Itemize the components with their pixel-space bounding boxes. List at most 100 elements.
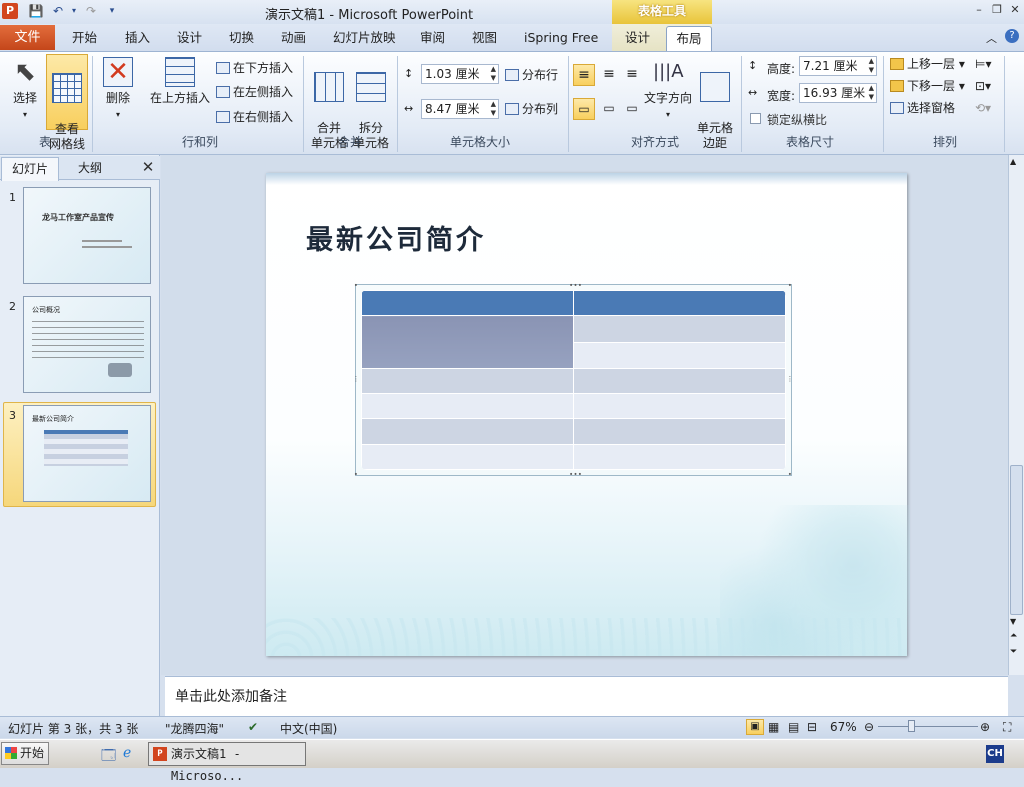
table-cell[interactable] — [573, 290, 786, 317]
table-cell[interactable] — [573, 418, 786, 445]
tab-design[interactable]: 设计 — [177, 29, 202, 49]
table-cell[interactable] — [361, 367, 574, 395]
tab-ispring[interactable]: iSpring Free — [524, 29, 598, 49]
zoom-level[interactable]: 67% — [830, 720, 857, 734]
tab-review[interactable]: 审阅 — [420, 29, 445, 49]
save-icon[interactable]: 💾 — [28, 3, 44, 19]
align-right-icon[interactable]: ≡ — [621, 64, 643, 86]
browser-icon[interactable]: 🗔 — [101, 745, 116, 769]
distribute-cols-button[interactable]: 分布列 — [505, 100, 558, 118]
zoom-out-icon[interactable]: ⊖ — [864, 720, 874, 734]
table-cell[interactable] — [361, 418, 574, 445]
cell-margins-button[interactable]: 单元格 边距 — [695, 57, 735, 151]
table-width-field[interactable]: 16.93 厘米 ▲ ▼ — [799, 83, 877, 103]
resize-handle-left[interactable]: ⋮ — [352, 376, 360, 383]
tab-view[interactable]: 视图 — [472, 29, 497, 49]
spell-check-icon[interactable]: ✔ — [248, 720, 258, 734]
next-slide-icon[interactable]: ⏷ — [1010, 647, 1017, 657]
align-middle-icon[interactable]: ▭ — [598, 98, 620, 120]
taskbar-item-powerpoint[interactable]: P 演示文稿1 - Microso... — [148, 742, 306, 783]
theme-name-status[interactable]: "龙腾四海" — [165, 720, 224, 737]
insert-right-button[interactable]: 在右侧插入 — [216, 108, 293, 126]
table-cell[interactable] — [573, 341, 786, 369]
slideshow-view-icon[interactable]: ⊟ — [807, 720, 817, 734]
tab-slides[interactable]: 幻灯片 — [1, 157, 59, 181]
undo-dropdown-icon[interactable]: ▾ — [66, 3, 82, 19]
zoom-in-icon[interactable]: ⊕ — [980, 720, 990, 734]
text-direction-button[interactable]: |||A 文字方向 ▾ — [643, 57, 693, 122]
insert-below-button[interactable]: 在下方插入 — [216, 59, 293, 77]
lock-ratio-checkbox[interactable] — [750, 113, 761, 124]
internet-explorer-icon[interactable]: ℯ — [123, 745, 131, 761]
spinner-arrows-icon[interactable]: ▲ ▼ — [869, 84, 874, 102]
distribute-rows-button[interactable]: 分布行 — [505, 66, 558, 84]
resize-handle-right[interactable]: ⋮ — [786, 376, 794, 383]
align-center-icon[interactable]: ≡ — [598, 64, 620, 86]
resize-handle-corner[interactable]: ∙ — [786, 471, 794, 478]
scroll-down-icon[interactable]: ▼ — [1010, 617, 1016, 626]
reading-view-icon[interactable]: ▤ — [788, 720, 799, 734]
tab-outline[interactable]: 大纲 — [60, 157, 120, 180]
scroll-up-icon[interactable]: ▲ — [1010, 157, 1016, 166]
zoom-slider-thumb[interactable] — [908, 720, 915, 732]
align-left-icon[interactable]: ≡ — [573, 64, 595, 86]
resize-handle-corner[interactable]: ∙ — [352, 471, 360, 478]
help-icon[interactable]: ? — [1005, 29, 1019, 43]
table-cell[interactable] — [573, 315, 786, 343]
minimize-ribbon-icon[interactable]: ︿ — [986, 30, 997, 46]
resize-handle-corner[interactable]: ∙ — [786, 282, 794, 289]
spinner-arrows-icon[interactable]: ▲ ▼ — [491, 65, 496, 83]
fit-to-window-icon[interactable]: ⛶ — [1003, 720, 1011, 735]
ime-indicator[interactable]: CH — [986, 745, 1004, 763]
insert-left-button[interactable]: 在左侧插入 — [216, 83, 293, 101]
minimize-icon[interactable]: – — [972, 3, 986, 17]
close-pane-icon[interactable]: ✕ — [140, 158, 156, 176]
table-cell[interactable] — [361, 393, 574, 420]
cell-width-field[interactable]: 8.47 厘米 ▲ ▼ — [421, 99, 499, 119]
tab-file[interactable]: 文件 — [0, 25, 55, 50]
slide-sorter-icon[interactable]: ▦ — [768, 720, 779, 734]
bring-forward-button[interactable]: 上移一层 ▾ — [890, 55, 965, 73]
tab-table-design[interactable]: 设计 — [625, 29, 650, 49]
tab-animations[interactable]: 动画 — [281, 29, 306, 49]
tab-slideshow[interactable]: 幻灯片放映 — [333, 29, 396, 49]
table-cell-merged[interactable] — [361, 315, 574, 369]
slide-thumbnail-2[interactable]: 公司概况 — [23, 296, 151, 393]
table-cell[interactable] — [361, 443, 574, 470]
align-objects-icon[interactable]: ⊨▾ — [975, 57, 991, 71]
vertical-scrollbar[interactable]: ▲ ▼ ⏶ ⏷ — [1008, 155, 1024, 675]
select-button[interactable]: ⬉ 选择 ▾ — [8, 57, 42, 122]
slide-table[interactable] — [361, 290, 786, 470]
tab-table-layout[interactable]: 布局 — [666, 26, 712, 52]
slide-thumbnail-3[interactable]: 最新公司简介 — [23, 405, 151, 502]
group-objects-icon[interactable]: ⊡▾ — [975, 79, 991, 93]
selection-pane-button[interactable]: 选择窗格 — [890, 99, 955, 117]
undo-icon[interactable]: ↶ — [50, 3, 66, 19]
spinner-arrows-icon[interactable]: ▲ ▼ — [869, 57, 874, 75]
slide-title[interactable]: 最新公司简介 — [306, 218, 486, 257]
tab-insert[interactable]: 插入 — [125, 29, 150, 49]
notes-placeholder[interactable]: 单击此处添加备注 — [175, 686, 287, 706]
powerpoint-app-icon[interactable]: P — [2, 3, 18, 19]
zoom-slider[interactable] — [878, 726, 978, 727]
previous-slide-icon[interactable]: ⏶ — [1010, 631, 1017, 641]
send-backward-button[interactable]: 下移一层 ▾ — [890, 77, 965, 95]
align-bottom-icon[interactable]: ▭ — [621, 98, 643, 120]
slide-thumbnail-1[interactable]: 龙马工作室产品宣传 — [23, 187, 151, 284]
insert-above-button[interactable]: 在上方插入 — [148, 57, 212, 106]
restore-icon[interactable]: ❐ — [990, 3, 1004, 17]
rotate-icon[interactable]: ⟲▾ — [975, 101, 991, 115]
scroll-thumb[interactable] — [1010, 465, 1023, 615]
resize-handle-top[interactable]: ∙∙∙ — [569, 282, 582, 289]
spinner-arrows-icon[interactable]: ▲ ▼ — [491, 100, 496, 118]
table-cell[interactable] — [573, 393, 786, 420]
close-icon[interactable]: ✕ — [1008, 3, 1022, 17]
resize-handle-bottom[interactable]: ∙∙∙ — [569, 471, 582, 478]
align-top-icon[interactable]: ▭ — [573, 98, 595, 120]
table-cell[interactable] — [573, 443, 786, 470]
language-status[interactable]: 中文(中国) — [280, 720, 337, 737]
tab-transitions[interactable]: 切换 — [229, 29, 254, 49]
start-button[interactable]: 开始 — [1, 742, 49, 765]
notes-pane[interactable] — [165, 676, 1008, 716]
delete-button[interactable]: ✕ 删除 ▾ — [98, 57, 138, 122]
